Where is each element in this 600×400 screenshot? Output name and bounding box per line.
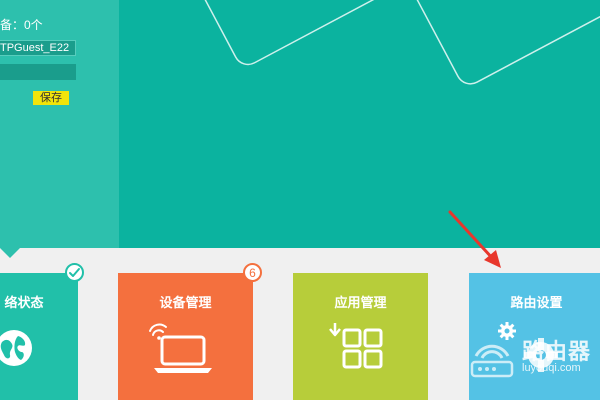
router-logo-icon (470, 344, 514, 378)
guest-network-panel: 备：0个 保存 (0, 0, 119, 248)
tile-network-status[interactable]: 络状态 (0, 273, 78, 400)
connected-devices-text: 备：0个 (0, 18, 43, 32)
tile-router-settings-label: 路由设置 (510, 295, 563, 310)
tile-app-management[interactable]: 应用管理 (293, 273, 428, 400)
tile-network-status-label: 络状态 (4, 295, 44, 310)
hero-banner: 备：0个 保存 (0, 0, 600, 248)
save-button[interactable]: 保存 (33, 91, 69, 105)
pointer-arrow (448, 210, 501, 268)
tile-device-management-label: 设备管理 (159, 295, 212, 310)
guest-password-input[interactable] (0, 64, 76, 80)
check-icon (65, 263, 84, 282)
device-count-badge: 6 (243, 263, 262, 282)
apps-grid-icon (329, 323, 383, 369)
tile-device-management[interactable]: 设备管理 (118, 273, 253, 400)
tile-app-management-label: 应用管理 (334, 295, 387, 310)
guest-ssid-input[interactable] (0, 40, 76, 56)
laptop-wifi-icon (149, 323, 212, 373)
watermark: 路由器 luyouqi.com (466, 330, 600, 400)
watermark-en: luyouqi.com (522, 362, 581, 374)
globe-icon (0, 330, 32, 366)
panel-pointer (0, 248, 20, 258)
